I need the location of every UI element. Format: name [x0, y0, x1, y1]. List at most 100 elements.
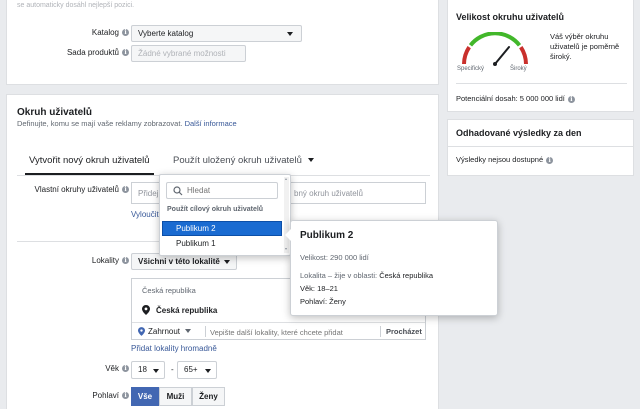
catalog-label-text: Katalog: [91, 28, 119, 37]
custom-audiences-label: Vlastní okruhy uživatelů i: [17, 185, 129, 194]
gender-label-text: Pohlaví: [92, 391, 119, 400]
search-icon: [173, 186, 183, 196]
browse-button[interactable]: Procházet: [386, 327, 422, 336]
dropdown-section-title: Použít cílový okruh uživatelů: [167, 206, 264, 213]
catalog-card: se automaticky dosáhl nejlepší pozici. K…: [6, 0, 439, 85]
info-icon[interactable]: i: [546, 156, 554, 164]
gauge-broad-label: Široký: [510, 66, 527, 72]
info-icon[interactable]: i: [567, 95, 575, 103]
dropdown-scrollbar[interactable]: [284, 177, 289, 253]
list-item[interactable]: Publikum 1: [162, 237, 282, 252]
locations-label-text: Lokality: [91, 256, 119, 265]
product-set-placeholder: Žádné vybrané možnosti: [138, 49, 226, 58]
gauge-hub: [493, 62, 497, 66]
gauge-arc-green: [468, 32, 522, 47]
location-item: Česká republika: [142, 305, 217, 315]
more-info-link[interactable]: Další informace: [185, 119, 237, 128]
chevron-down-icon: [287, 32, 293, 36]
list-item[interactable]: Publikum 2: [162, 221, 282, 236]
info-icon[interactable]: i: [122, 365, 129, 373]
browse-divider: [380, 326, 381, 337]
catalog-select[interactable]: Vyberte katalog: [131, 25, 302, 42]
tooltip-arrow: [285, 229, 291, 241]
size-panel-title: Velikost okruhu uživatelů: [456, 12, 565, 22]
results-unavailable-text: Výsledky nejsou dostupné: [456, 155, 544, 164]
product-set-label-text: Sada produktů: [66, 48, 119, 57]
tab-create-new-label: Vytvořit nový okruh uživatelů: [29, 155, 150, 166]
location-pin-icon: [138, 327, 145, 336]
age-from-select[interactable]: 18: [131, 361, 165, 379]
chevron-down-icon: [205, 369, 211, 373]
potential-reach: Potenciální dosah: 5 000 000 lidí i: [456, 94, 575, 103]
include-select[interactable]: Zahrnout: [138, 327, 192, 336]
location-country-header: Česká republika: [142, 286, 196, 295]
estimated-results-panel: Odhadované výsledky za den Výsledky nejs…: [447, 119, 634, 176]
info-icon[interactable]: i: [122, 392, 129, 400]
gender-label: Pohlaví i: [47, 391, 129, 400]
scroll-up-arrow-icon: [285, 178, 287, 180]
gauge-arc-red-right: [519, 45, 528, 65]
gender-women-button[interactable]: Ženy: [192, 387, 225, 406]
locations-label: Lokality i: [47, 256, 129, 265]
location-divider: [205, 326, 206, 337]
custom-audiences-label-text: Vlastní okruhy uživatelů: [34, 185, 120, 194]
tab-saved-audience[interactable]: Použít uložený okruh uživatelů: [173, 149, 318, 175]
audience-gauge-icon: [462, 32, 528, 66]
results-unavailable: Výsledky nejsou dostupné i: [456, 155, 554, 164]
catalog-select-value: Vyberte katalog: [138, 29, 194, 38]
location-pin-icon: [142, 305, 150, 315]
age-to-select[interactable]: 65+: [177, 361, 217, 379]
age-label: Věk i: [47, 364, 129, 373]
results-panel-divider: [448, 146, 633, 147]
bulk-locations-link[interactable]: Přidat lokality hromadně: [131, 344, 217, 353]
chevron-down-icon: [307, 158, 314, 162]
tooltip-location: Lokalita – žije v oblasti: Česká republi…: [300, 271, 433, 280]
chevron-down-icon: [153, 369, 159, 373]
product-set-label: Sada produktů i: [47, 48, 129, 57]
tooltip-title: Publikum 2: [300, 230, 354, 241]
tooltip-location-value: Česká republika: [379, 271, 433, 280]
chevron-down-icon: [224, 260, 230, 264]
tooltip-gender: Pohlaví: Ženy: [300, 297, 346, 306]
size-panel-divider: [456, 83, 627, 84]
locations-select-value: Všichni v této lokalitě: [138, 257, 220, 266]
age-to-value: 65+: [184, 365, 198, 374]
gauge-specific-label: Specifický: [457, 66, 485, 72]
exclude-link[interactable]: Vyloučit: [131, 210, 159, 219]
dropdown-search-box[interactable]: [166, 182, 278, 199]
scroll-down-arrow-icon: [285, 248, 287, 250]
top-text: se automaticky dosáhl nejlepší pozici.: [17, 2, 135, 9]
gauge-arc-red: [462, 45, 471, 65]
gauge-needle: [494, 46, 511, 65]
info-icon[interactable]: i: [122, 29, 129, 37]
age-label-text: Věk: [105, 364, 119, 373]
tab-saved-label: Použít uložený okruh uživatelů: [173, 155, 302, 166]
audience-desc-text: Definujte, komu se mají vaše reklamy zob…: [17, 119, 183, 128]
tooltip-size: Velikost: 290 000 lidí: [300, 253, 369, 262]
location-input-row: Zahrnout Procházet: [132, 322, 425, 340]
info-icon[interactable]: i: [122, 257, 129, 265]
gender-men-button[interactable]: Muži: [159, 387, 192, 406]
chevron-down-icon: [185, 329, 192, 333]
include-select-value: Zahrnout: [148, 327, 181, 336]
list-item-label: Publikum 2: [176, 224, 216, 233]
location-search-input[interactable]: [210, 326, 375, 338]
age-from-value: 18: [138, 365, 147, 374]
location-item-text: Česká republika: [156, 306, 218, 315]
potential-reach-text: Potenciální dosah: 5 000 000 lidí: [456, 94, 565, 103]
catalog-label: Katalog i: [47, 28, 129, 37]
product-set-select[interactable]: Žádné vybrané možnosti: [131, 45, 246, 62]
gender-all-button[interactable]: Vše: [131, 387, 159, 406]
dropdown-search-input[interactable]: [187, 185, 275, 196]
results-panel-title: Odhadované výsledky za den: [456, 128, 582, 138]
tooltip-location-label: Lokalita – žije v oblasti:: [300, 271, 378, 280]
saved-audience-dropdown: Použít cílový okruh uživatelů Publikum 2…: [159, 174, 291, 256]
tab-create-new[interactable]: Vytvořit nový okruh uživatelů: [25, 149, 154, 175]
custom-input-placeholder-right: bný okruh uživatelů: [294, 189, 363, 198]
audience-size-panel: Velikost okruhu uživatelů Specifický Šir…: [447, 0, 634, 112]
info-icon[interactable]: i: [122, 49, 129, 57]
audience-tooltip: Publikum 2 Velikost: 290 000 lidí Lokali…: [285, 220, 498, 316]
info-icon[interactable]: i: [122, 186, 129, 194]
audience-desc: Definujte, komu se mají vaše reklamy zob…: [17, 119, 237, 128]
custom-input-placeholder-left: Přidej: [138, 189, 159, 198]
